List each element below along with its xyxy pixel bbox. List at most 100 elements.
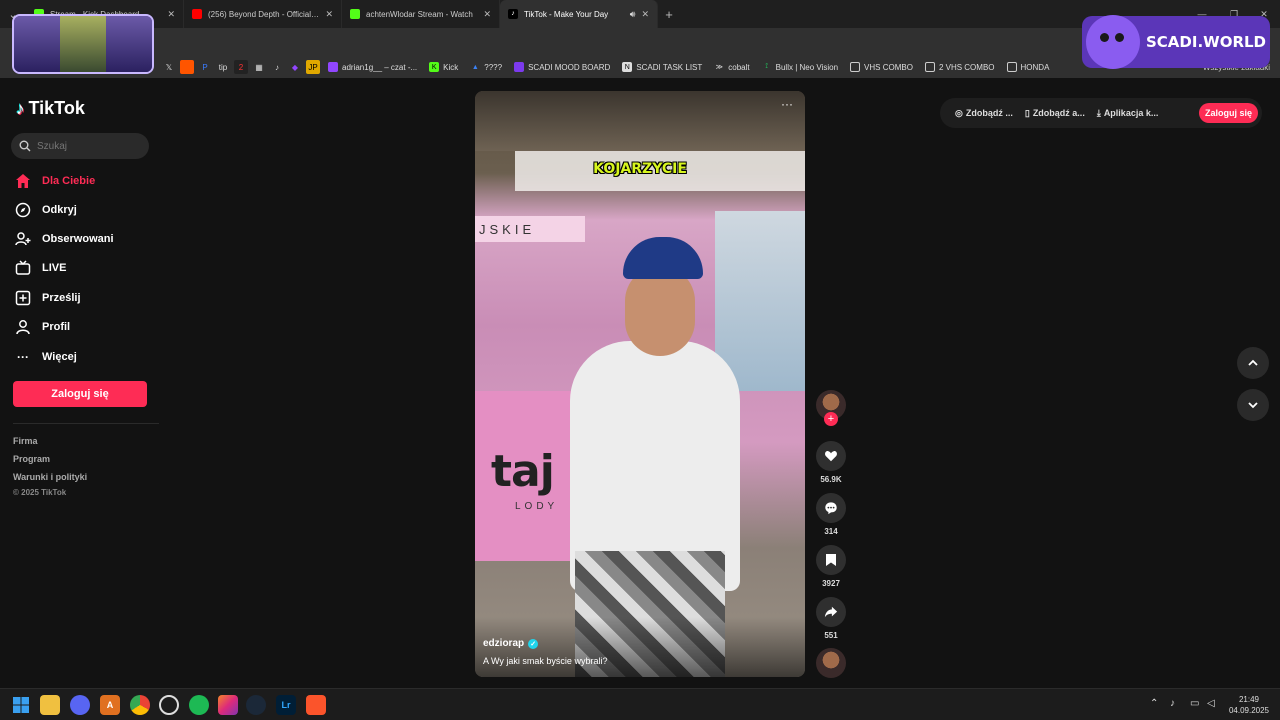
music-disc[interactable]	[816, 648, 846, 678]
nav-for-you[interactable]: Dla Ciebie	[14, 170, 95, 192]
like-count: 56.9K	[820, 475, 842, 484]
bookmark-icon[interactable]	[816, 545, 846, 575]
compass-icon	[14, 201, 32, 219]
cobalt-icon: ≫	[715, 64, 723, 71]
browser-tab-3[interactable]: achtenWlodar Stream - Watch ✕	[342, 0, 500, 28]
tiktok-logo[interactable]: ♪ TikTok	[16, 98, 85, 119]
new-tab-button[interactable]: +	[658, 7, 680, 22]
search-input[interactable]	[37, 140, 137, 152]
bookmark-item[interactable]: ⟟ Bullx | Neo Vision	[758, 62, 842, 72]
search-box[interactable]	[11, 133, 149, 159]
nav-label: Prześlij	[42, 292, 81, 304]
microphone-icon[interactable]: ♪	[1170, 698, 1175, 709]
chevron-down-icon	[1248, 402, 1258, 409]
chrome-icon[interactable]	[130, 695, 150, 715]
get-coins-link[interactable]: ◎ Zdobądź ...	[950, 108, 1018, 119]
volume-icon[interactable]: ◁	[1207, 698, 1215, 709]
footer-link-company[interactable]: Firma	[13, 436, 38, 446]
previous-video-button[interactable]	[1237, 347, 1269, 379]
heart-icon[interactable]	[816, 441, 846, 471]
footer-link-terms[interactable]: Warunki i polityki	[13, 472, 87, 482]
tiktok-logo-icon: ♪	[16, 98, 25, 118]
nav-explore[interactable]: Odkryj	[14, 199, 77, 221]
close-icon[interactable]: ✕	[641, 9, 649, 20]
discord-icon[interactable]	[70, 695, 90, 715]
nav-following[interactable]: Obserwowani	[14, 228, 114, 250]
steam-icon[interactable]	[246, 695, 266, 715]
comment-action[interactable]: 314	[816, 493, 846, 536]
windows-taskbar: A Lr ⌃ ♪ ▭ ◁ 21:49 04.09.2025	[0, 688, 1280, 720]
share-icon[interactable]	[816, 597, 846, 627]
footer-link-program[interactable]: Program	[13, 454, 50, 464]
video-player[interactable]: JSKIE taj LODY KOJARZYCIE ··· edziorap ✓…	[475, 91, 805, 677]
login-button[interactable]: Zaloguj się	[13, 381, 147, 407]
bookmark-item[interactable]: ≫ cobalt	[710, 62, 753, 72]
nav-live[interactable]: LIVE	[14, 257, 66, 279]
following-icon	[14, 230, 32, 248]
tab-title: achtenWlodar Stream - Watch	[366, 9, 473, 19]
comment-count: 314	[824, 527, 838, 536]
grid-icon[interactable]: ▦	[252, 60, 266, 74]
instagram-icon[interactable]	[218, 695, 238, 715]
speaker-icon[interactable]: 🔊︎	[630, 9, 636, 20]
next-video-button[interactable]	[1237, 389, 1269, 421]
desktop-app-link[interactable]: ⤓ Aplikacja k...	[1092, 108, 1164, 119]
triangle-icon: ▲	[471, 63, 479, 71]
more-options-icon[interactable]: ···	[781, 97, 793, 111]
paypal-icon[interactable]: P	[198, 60, 212, 74]
obs-icon[interactable]	[159, 695, 179, 715]
bookmark-item[interactable]: adrian1g__ – czat -...	[324, 62, 421, 72]
bookmark-folder[interactable]: 2 VHS COMBO	[921, 62, 999, 72]
browser-tab-4-active[interactable]: ♪ TikTok - Make Your Day 🔊︎ ✕	[500, 0, 658, 28]
nav-upload[interactable]: Prześlij	[14, 287, 81, 309]
follow-plus-icon[interactable]: +	[824, 412, 838, 426]
author-name: edziorap	[483, 638, 525, 649]
nav-profile[interactable]: Profil	[14, 316, 70, 338]
share-action[interactable]: 551	[816, 597, 846, 640]
nav-more[interactable]: ··· Więcej	[14, 346, 77, 368]
like-action[interactable]: 56.9K	[816, 441, 846, 484]
bookmark-label: cobalt	[728, 62, 750, 72]
kick-icon: K	[429, 62, 440, 72]
logo-text: TikTok	[28, 98, 85, 118]
bookmark-item[interactable]: ▲????	[466, 62, 506, 72]
creator-avatar[interactable]: +	[816, 390, 846, 426]
bookmark-folder[interactable]: HONDA	[1003, 62, 1054, 72]
nav-label: LIVE	[42, 262, 67, 274]
video-brand-subtext: LODY	[515, 501, 559, 512]
browser-tab-2[interactable]: (256) Beyond Depth - Official M ✕	[184, 0, 342, 28]
twitch-icon[interactable]: ◆	[288, 60, 302, 74]
bookmark-folder[interactable]: VHS COMBO	[846, 62, 917, 72]
close-icon[interactable]: ✕	[483, 9, 491, 20]
bookmark-item[interactable]: N SCADI TASK LIST	[618, 62, 706, 72]
comment-icon[interactable]	[816, 493, 846, 523]
tray-chevron-icon[interactable]: ⌃	[1150, 698, 1158, 709]
tipply-icon[interactable]: tip	[216, 60, 230, 74]
video-author[interactable]: edziorap ✓	[483, 638, 539, 649]
profile-icon	[14, 318, 32, 336]
brave-icon[interactable]	[306, 695, 326, 715]
soundcloud-icon[interactable]	[180, 60, 194, 74]
login-button-top[interactable]: Zaloguj się	[1198, 103, 1258, 123]
lightroom-icon[interactable]: Lr	[276, 695, 296, 715]
spotify-icon[interactable]	[189, 695, 209, 715]
get-app-link[interactable]: ▯ Zdobądź a...	[1020, 108, 1090, 119]
app-icon[interactable]: A	[100, 695, 120, 715]
file-explorer-icon[interactable]	[40, 695, 60, 715]
nav-label: Profil	[42, 321, 71, 333]
close-icon[interactable]: ✕	[167, 9, 175, 20]
system-clock[interactable]: 21:49 04.09.2025	[1224, 694, 1274, 716]
app-icon[interactable]: 2	[234, 60, 248, 74]
bookmark-item[interactable]: K Kick	[425, 62, 462, 72]
nav-label: Obserwowani	[42, 233, 114, 245]
save-action[interactable]: 3927	[816, 545, 846, 588]
copyright: © 2025 TikTok	[13, 488, 67, 497]
windows-start-icon[interactable]	[11, 695, 31, 715]
monitor-icon[interactable]: ▭	[1190, 698, 1199, 709]
tiktok-icon[interactable]: ♪	[270, 60, 284, 74]
x-icon[interactable]: 𝕏	[162, 60, 176, 74]
bookmark-item[interactable]: SCADI MOOD BOARD	[510, 62, 614, 72]
save-count: 3927	[822, 579, 840, 588]
close-icon[interactable]: ✕	[325, 9, 333, 20]
jp-icon[interactable]: JP	[306, 60, 320, 74]
